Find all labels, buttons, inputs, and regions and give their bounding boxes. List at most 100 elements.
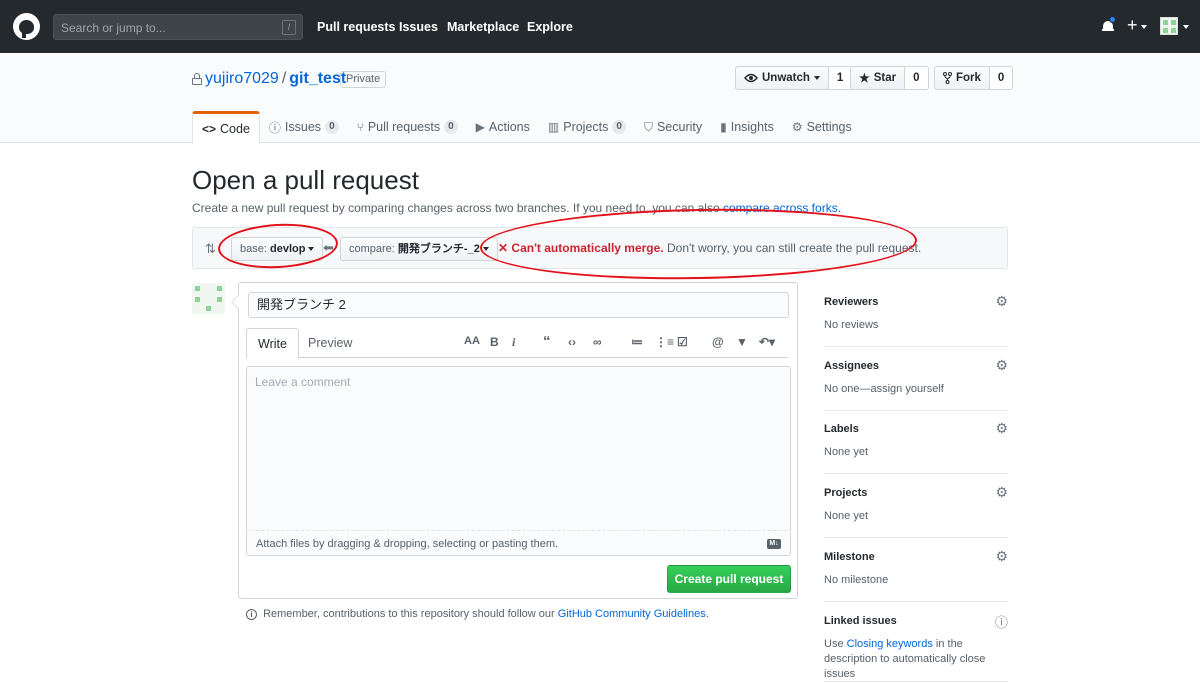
sidebar-heading[interactable]: Milestone bbox=[824, 551, 875, 563]
sidebar-milestone: Milestone ⚙ No milestone bbox=[824, 538, 1008, 602]
user-avatar[interactable] bbox=[1160, 17, 1178, 35]
nav-issues[interactable]: Issues bbox=[399, 20, 438, 34]
project-icon: ▥ bbox=[547, 120, 560, 134]
tab-issues[interactable]: ⓘ Issues 0 bbox=[260, 111, 348, 143]
editor-tabs: Write Preview AA B i “ ‹› ∞ ≔ ⋮≡ ☑ @ ▼ ↶… bbox=[239, 328, 797, 359]
bullet-list-icon[interactable]: ≔ bbox=[631, 335, 643, 349]
remember-period: . bbox=[705, 608, 709, 620]
sidebar-value: No reviews bbox=[824, 319, 879, 331]
repo-tabs: <> Code ⓘ Issues 0 ⑂ Pull requests 0 ▶ Actions… bbox=[192, 111, 861, 144]
reply-icon[interactable]: ↶▾ bbox=[759, 335, 775, 349]
star-count[interactable]: 0 bbox=[905, 66, 929, 90]
notifications-bell-icon[interactable] bbox=[1102, 16, 1116, 33]
tab-write[interactable]: Write bbox=[246, 328, 299, 359]
attach-files-bar[interactable]: Attach files by dragging & dropping, sel… bbox=[246, 532, 791, 556]
sidebar-value: None yet bbox=[824, 510, 869, 522]
nav-pull-requests[interactable]: Pull requests bbox=[317, 20, 396, 34]
issue-icon: ⓘ bbox=[268, 120, 281, 135]
create-pull-request-button[interactable]: Create pull request bbox=[667, 565, 791, 593]
fork-count[interactable]: 0 bbox=[989, 66, 1014, 90]
sidebar-projects: Projects ⚙ None yet bbox=[824, 474, 1008, 538]
markdown-icon[interactable]: M↓ bbox=[767, 539, 781, 549]
gear-icon: ⚙ bbox=[791, 120, 803, 134]
nav-explore[interactable]: Explore bbox=[527, 20, 573, 34]
tab-count: 0 bbox=[444, 120, 458, 134]
chevron-down-icon bbox=[308, 247, 315, 252]
sidebar-heading[interactable]: Projects bbox=[824, 487, 867, 499]
tab-count: 0 bbox=[325, 120, 339, 134]
gear-icon[interactable]: ⚙ bbox=[995, 420, 1008, 437]
watch-count[interactable]: 1 bbox=[828, 66, 853, 90]
gear-icon[interactable]: ⚙ bbox=[995, 548, 1008, 565]
compare-value: 開発ブランチ-_2 bbox=[397, 243, 480, 255]
pull-request-form: 開発ブランチ 2 Write Preview AA B i “ ‹› ∞ ≔ ⋮… bbox=[231, 282, 798, 599]
tab-projects[interactable]: ▥ Projects 0 bbox=[539, 111, 635, 143]
branch-range-editor: ⇅ base: devlop ⬅ compare: 開発ブランチ-_2 ✕ Ca… bbox=[192, 227, 1008, 269]
comment-textarea[interactable]: Leave a comment bbox=[246, 366, 791, 531]
sidebar-value: No milestone bbox=[824, 574, 889, 586]
page-subtitle: Create a new pull request by comparing c… bbox=[192, 201, 841, 215]
italic-icon[interactable]: i bbox=[512, 335, 515, 350]
sidebar-heading[interactable]: Reviewers bbox=[824, 296, 878, 308]
tab-pull-requests[interactable]: ⑂ Pull requests 0 bbox=[348, 111, 467, 143]
subtitle-text: Create a new pull request by comparing c… bbox=[192, 201, 720, 215]
assign-yourself-link[interactable]: No one—assign yourself bbox=[824, 382, 1008, 397]
mention-icon[interactable]: @ bbox=[712, 335, 724, 349]
tab-code[interactable]: <> Code bbox=[192, 111, 260, 144]
nav-marketplace[interactable]: Marketplace bbox=[447, 20, 519, 34]
repo-owner-link[interactable]: yujiro7029 bbox=[205, 70, 279, 87]
text-size-icon[interactable]: AA bbox=[464, 335, 480, 347]
author-avatar[interactable] bbox=[192, 283, 225, 314]
merge-note: Don't worry, you can still create the pu… bbox=[666, 241, 922, 255]
code-icon[interactable]: ‹› bbox=[568, 335, 576, 349]
bookmark-icon[interactable]: ▼ bbox=[736, 335, 748, 349]
tab-label: Security bbox=[656, 120, 703, 134]
github-logo-icon[interactable] bbox=[13, 13, 40, 40]
gear-icon[interactable]: ⚙ bbox=[995, 293, 1008, 310]
compare-branch-select[interactable]: compare: 開発ブランチ-_2 bbox=[340, 237, 498, 261]
fork-button[interactable]: Fork bbox=[934, 66, 990, 90]
tab-settings[interactable]: ⚙ Settings bbox=[783, 111, 861, 143]
sidebar-value: Use Closing keywords in the description … bbox=[824, 637, 1008, 682]
quote-icon[interactable]: “ bbox=[543, 333, 551, 350]
tab-security[interactable]: ⛉ Security bbox=[635, 111, 711, 143]
star-button[interactable]: ★ Star bbox=[850, 66, 906, 90]
create-new-plus-icon[interactable]: + bbox=[1127, 15, 1138, 36]
slash-key-hint: / bbox=[282, 20, 296, 35]
remember-text: Remember, contributions to this reposito… bbox=[263, 608, 555, 620]
bold-icon[interactable]: B bbox=[490, 335, 499, 349]
gear-icon[interactable]: ⚙ bbox=[995, 484, 1008, 501]
base-label: base: bbox=[240, 243, 267, 255]
repo-name-link[interactable]: git_test bbox=[289, 70, 346, 87]
info-icon[interactable]: ⓘ bbox=[995, 612, 1008, 631]
search-input[interactable]: Search or jump to... / bbox=[53, 14, 303, 40]
tab-preview[interactable]: Preview bbox=[308, 328, 352, 358]
merge-status: ✕ Can't automatically merge. Don't worry… bbox=[498, 241, 921, 255]
sidebar-reviewers: Reviewers ⚙ No reviews bbox=[824, 283, 1008, 347]
tab-insights[interactable]: ▮ Insights bbox=[711, 111, 783, 143]
repo-separator: / bbox=[281, 70, 287, 87]
pr-title-input[interactable]: 開発ブランチ 2 bbox=[248, 292, 789, 318]
chevron-down-icon bbox=[813, 76, 820, 80]
sidebar-heading: Linked issues bbox=[824, 615, 897, 627]
fork-icon bbox=[943, 72, 952, 84]
compare-across-forks-link[interactable]: compare across forks bbox=[723, 201, 838, 215]
chevron-down-icon bbox=[1183, 25, 1189, 29]
unwatch-button[interactable]: Unwatch bbox=[735, 66, 829, 90]
chevron-down-icon bbox=[482, 247, 489, 252]
link-icon[interactable]: ∞ bbox=[593, 335, 602, 349]
community-guidelines-link[interactable]: GitHub Community Guidelines bbox=[558, 608, 706, 620]
closing-keywords-link[interactable]: Closing keywords bbox=[847, 638, 933, 650]
star-label: Star bbox=[873, 72, 897, 84]
task-list-icon[interactable]: ☑ bbox=[677, 335, 688, 349]
numbered-list-icon[interactable]: ⋮≡ bbox=[655, 335, 674, 349]
tab-actions[interactable]: ▶ Actions bbox=[467, 111, 539, 143]
gear-icon[interactable]: ⚙ bbox=[995, 357, 1008, 374]
sidebar-heading[interactable]: Labels bbox=[824, 423, 859, 435]
base-branch-select[interactable]: base: devlop bbox=[231, 237, 324, 261]
page-title: Open a pull request bbox=[192, 165, 419, 195]
sidebar-linked-issues: Linked issues ⓘ Use Closing keywords in … bbox=[824, 602, 1008, 682]
sidebar-heading[interactable]: Assignees bbox=[824, 360, 879, 372]
tab-label: Projects bbox=[563, 120, 609, 134]
code-icon: <> bbox=[202, 121, 217, 136]
